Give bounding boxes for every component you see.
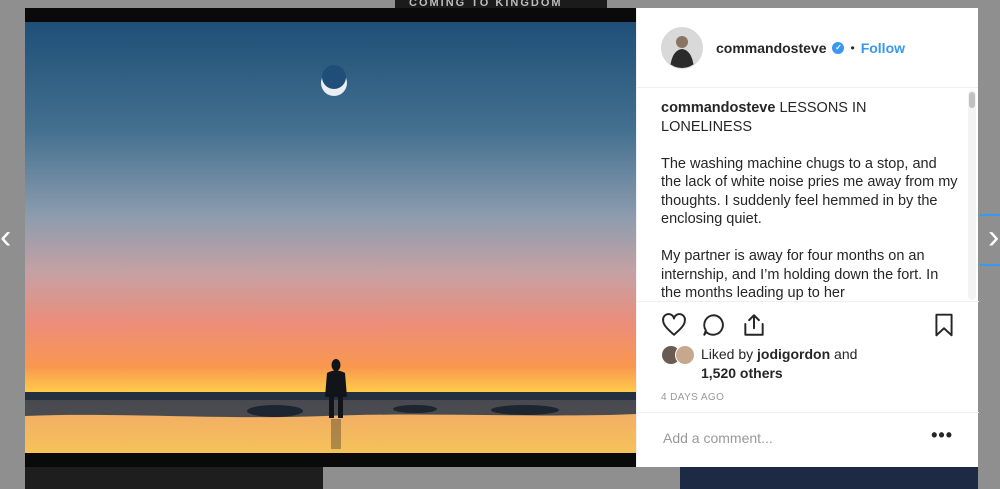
post-header: commandosteve ✓ • Follow [637,8,978,88]
action-bar [637,301,979,341]
comment-input[interactable] [661,429,905,447]
caption-paragraph: The washing machine chugs to a stop, and… [661,155,958,228]
liker-link[interactable]: jodigordon [757,346,830,362]
caption-paragraph: My partner is away for four months on an… [661,248,939,301]
post-timestamp[interactable]: 4 DAYS AGO [661,392,724,403]
comment-icon[interactable] [701,312,727,338]
caption-scroll-area[interactable]: commandosteve LESSONS IN LONELINESS The … [637,88,979,301]
post-sidebar: commandosteve ✓ • Follow commandosteve L… [636,8,979,467]
post-caption: commandosteve LESSONS IN LONELINESS The … [637,88,979,301]
background-thumbnail-left [25,467,323,489]
likes-summary: Liked by jodigordon and 1,520 others [661,345,857,383]
caption-username[interactable]: commandosteve [661,100,775,116]
post-modal: commandosteve ✓ • Follow commandosteve L… [25,8,979,467]
verified-icon: ✓ [832,41,845,54]
avatar [675,345,695,365]
comment-bar: ••• [637,412,979,467]
likes-others-link[interactable]: 1,520 others [701,365,783,381]
post-photo-frame [25,8,636,467]
likes-conjunction: and [834,346,858,362]
next-post-button[interactable]: › [988,220,1000,256]
post-photo[interactable] [25,22,636,453]
follow-button[interactable]: Follow [861,40,905,56]
caption-scrollbar[interactable] [968,90,976,300]
likes-text: Liked by jodigordon and 1,520 others [701,345,857,383]
share-icon[interactable] [741,312,767,338]
scrollbar-thumb[interactable] [969,92,975,108]
bookmark-icon[interactable] [931,312,957,338]
background-thumbnail-right [680,467,978,489]
liker-avatars[interactable] [661,345,697,367]
previous-post-button[interactable]: ‹ [0,220,18,256]
likes-prefix: Liked by [701,346,754,362]
username-link[interactable]: commandosteve [716,40,826,56]
more-options-button[interactable]: ••• [931,425,953,446]
separator-dot: • [850,40,855,55]
heart-icon[interactable] [661,312,687,338]
avatar[interactable] [661,26,703,69]
